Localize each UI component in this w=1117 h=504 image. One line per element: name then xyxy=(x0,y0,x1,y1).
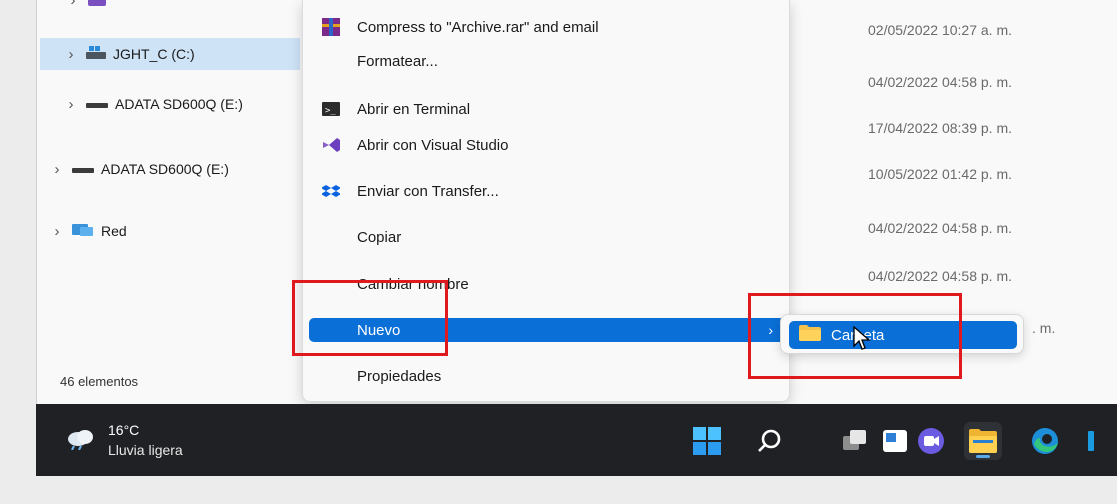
nav-item-label: Red xyxy=(101,223,127,239)
date-cell: 04/02/2022 04:58 p. m. xyxy=(868,74,1012,90)
nav-item-videos-partial[interactable]: › xyxy=(64,0,113,16)
drive-windows-icon xyxy=(86,45,106,63)
menu-item-properties[interactable]: Propiedades xyxy=(309,361,785,391)
file-explorer-icon[interactable] xyxy=(964,422,1002,460)
status-item-count: 46 elementos xyxy=(60,374,139,389)
menu-item-label: Abrir en Terminal xyxy=(357,100,471,118)
task-view-icon[interactable] xyxy=(836,422,874,460)
start-icon[interactable] xyxy=(688,422,726,460)
menu-item-copy[interactable]: Copiar xyxy=(309,222,785,252)
search-icon[interactable] xyxy=(750,422,788,460)
menu-item-format[interactable]: Formatear... xyxy=(309,46,785,76)
network-icon xyxy=(72,222,94,241)
menu-item-label: Propiedades xyxy=(357,367,442,385)
menu-item-open-visual-studio[interactable]: Abrir con Visual Studio xyxy=(309,130,785,160)
winrar-icon xyxy=(321,18,341,36)
chevron-right-icon: › xyxy=(54,222,60,240)
nav-item-label: JGHT_C (C:) xyxy=(113,46,195,62)
menu-item-label: Abrir con Visual Studio xyxy=(357,136,509,154)
terminal-icon: >_ xyxy=(321,100,341,118)
menu-item-label: Compress to "Archive.rar" and email xyxy=(357,18,599,36)
nav-item-label: ADATA SD600Q (E:) xyxy=(101,161,229,177)
drive-icon xyxy=(72,161,94,177)
date-cell: 04/02/2022 04:58 p. m. xyxy=(868,268,1012,284)
nav-item-drive-e-2[interactable]: › ADATA SD600Q (E:) xyxy=(48,153,229,185)
highlight-box-nuevo xyxy=(292,280,448,356)
nav-item-drive-c[interactable]: › JGHT_C (C:) xyxy=(40,38,300,70)
chevron-right-icon: › xyxy=(68,95,74,113)
chevron-right-icon: › xyxy=(70,0,76,9)
date-cell: 17/04/2022 08:39 p. m. xyxy=(868,120,1012,136)
visual-studio-icon xyxy=(321,136,341,154)
chevron-right-icon: › xyxy=(68,45,74,63)
edge-icon[interactable] xyxy=(1026,422,1064,460)
date-cell: 04/02/2022 04:58 p. m. xyxy=(868,220,1012,236)
menu-item-label: Copiar xyxy=(357,228,402,246)
menu-item-compress-email[interactable]: Compress to "Archive.rar" and email xyxy=(309,12,785,42)
chevron-right-icon: › xyxy=(54,160,60,178)
weather-condition: Lluvia ligera xyxy=(108,442,183,458)
menu-item-label: Formatear... xyxy=(357,52,438,70)
date-cell: . m. xyxy=(1032,320,1056,336)
highlight-box-carpeta xyxy=(748,293,962,379)
taskbar-app-partial-icon[interactable] xyxy=(1084,422,1117,460)
active-indicator xyxy=(976,455,990,458)
teams-chat-icon[interactable] xyxy=(912,422,950,460)
date-cell: 10/05/2022 01:42 p. m. xyxy=(868,166,1012,182)
drive-icon xyxy=(86,96,108,112)
taskbar: 16°C Lluvia ligera xyxy=(36,404,1117,476)
nav-item-drive-e[interactable]: › ADATA SD600Q (E:) xyxy=(62,88,243,120)
nav-item-label: ADATA SD600Q (E:) xyxy=(115,96,243,112)
nav-item-network[interactable]: › Red xyxy=(48,215,127,247)
menu-item-label: Enviar con Transfer... xyxy=(357,182,499,200)
menu-item-send-transfer[interactable]: Enviar con Transfer... xyxy=(309,176,785,206)
widgets-icon[interactable] xyxy=(876,422,914,460)
menu-item-open-terminal[interactable]: >_ Abrir en Terminal xyxy=(309,94,785,124)
date-cell: 02/05/2022 10:27 a. m. xyxy=(868,22,1012,38)
weather-widget[interactable]: 16°C Lluvia ligera xyxy=(66,420,183,460)
dropbox-icon xyxy=(321,182,341,200)
svg-text:>_: >_ xyxy=(325,106,336,116)
weather-temperature: 16°C xyxy=(108,422,140,438)
videos-icon xyxy=(88,0,106,9)
window-shadow-area xyxy=(0,474,1117,504)
cloud-rain-icon xyxy=(66,426,96,455)
